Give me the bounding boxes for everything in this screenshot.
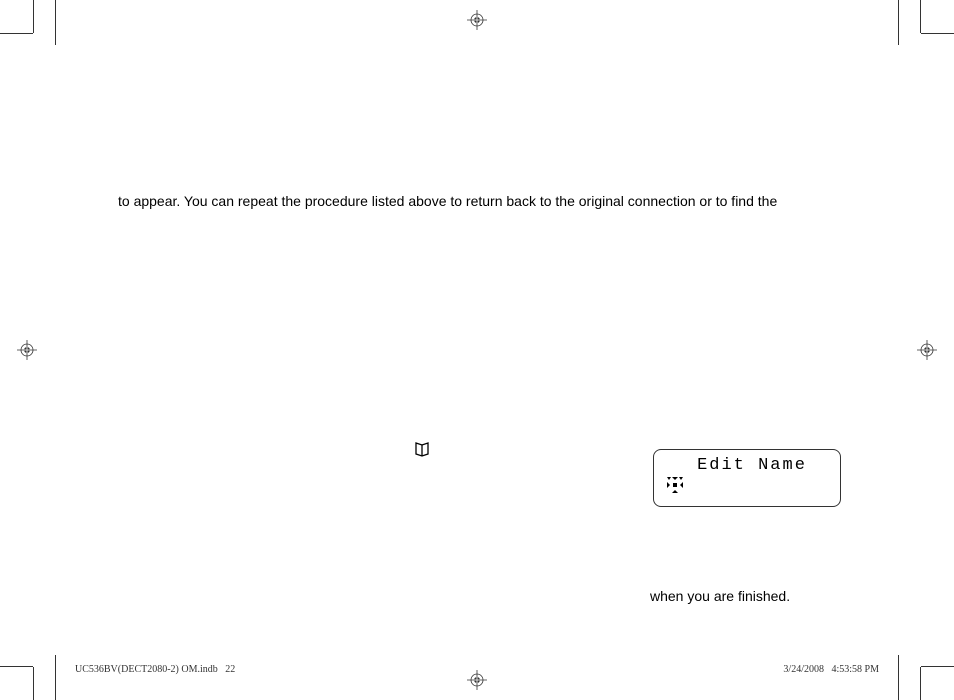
footer-time: 4:53:58 PM: [831, 664, 879, 675]
crop-mark: [33, 667, 34, 700]
crop-mark: [920, 667, 921, 700]
display-title: Edit Name: [664, 456, 840, 475]
crop-mark: [55, 0, 56, 45]
footer-left: UC536BV(DECT2080-2) OM.indb 22: [75, 664, 235, 675]
book-icon: [415, 442, 429, 462]
cursor-indicator-icon: [664, 474, 686, 501]
registration-mark-icon: [917, 340, 937, 360]
crop-mark: [920, 0, 921, 33]
crop-mark: [0, 33, 33, 34]
footer-date: 3/24/2008: [783, 664, 824, 675]
footer-right: 3/24/2008 4:53:58 PM: [783, 664, 879, 675]
lower-text: when you are finished.: [650, 588, 790, 604]
footer-filename: UC536BV(DECT2080-2) OM.indb: [75, 664, 218, 675]
crop-mark: [33, 0, 34, 33]
phone-display: Edit Name: [653, 449, 841, 507]
crop-mark: [898, 655, 899, 700]
registration-mark-icon: [17, 340, 37, 360]
registration-mark-icon: [467, 670, 487, 690]
crop-mark: [0, 666, 33, 667]
crop-mark: [898, 0, 899, 45]
crop-mark: [55, 655, 56, 700]
crop-mark: [921, 666, 954, 667]
registration-mark-icon: [467, 10, 487, 30]
crop-mark: [921, 33, 954, 34]
body-text: to appear. You can repeat the procedure …: [118, 193, 836, 209]
footer-page: 22: [225, 664, 235, 675]
